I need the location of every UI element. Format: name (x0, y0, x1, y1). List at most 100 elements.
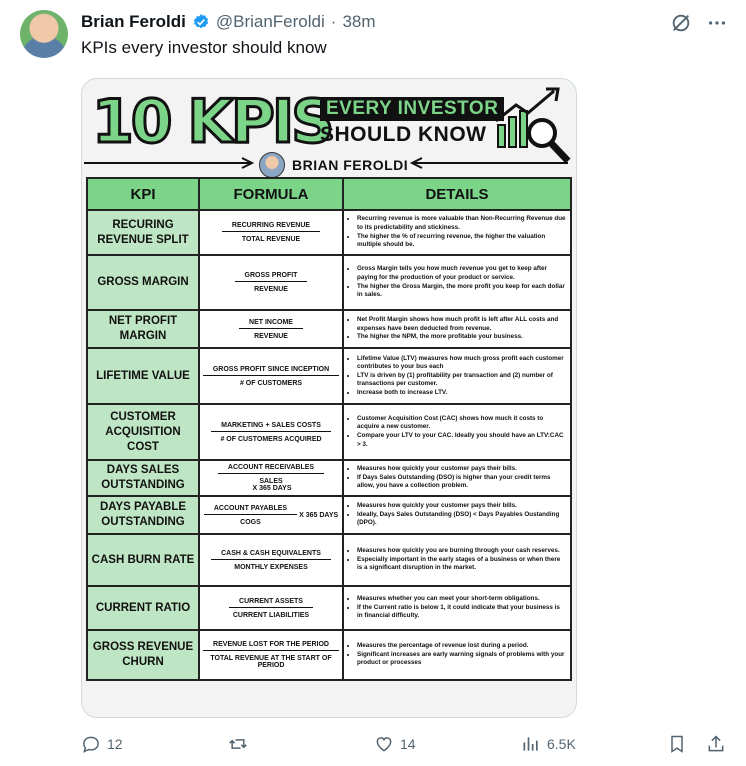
kpi-row: CURRENT RATIO CURRENT ASSETS CURRENT LIA… (86, 585, 572, 631)
kpi-row: GROSS MARGIN GROSS PROFIT REVENUE Gross … (86, 254, 572, 311)
kpi-formula: ACCOUNT RECEIVABLES SALES X 365 DAYS (198, 459, 344, 497)
kpi-details: Measures whether you can meet your short… (342, 585, 572, 631)
kpi-table-header: KPI FORMULA DETAILS (86, 177, 572, 211)
reply-button[interactable]: 12 (81, 734, 123, 754)
formula-denominator: REVENUE (254, 332, 288, 340)
formula-numerator: ACCOUNT RECEIVABLES (217, 464, 325, 474)
heart-icon (376, 737, 392, 752)
formula-numerator: ACCOUNT PAYABLES (203, 505, 298, 515)
view-count: 6.5K (547, 736, 576, 752)
formula-denominator: REVENUE (254, 286, 288, 293)
formula-numerator: REVENUE LOST FOR THE PERIOD (203, 641, 339, 651)
kpi-formula: ACCOUNT PAYABLES COGS X 365 DAYS (198, 495, 344, 535)
kpi-row: RECURING REVENUE SPLIT RECURRING REVENUE… (86, 209, 572, 256)
detail-bullet: LTV is driven by (1) profitability per t… (357, 372, 566, 389)
detail-bullet: The higher the NPM, the more profitable … (357, 333, 566, 342)
kpi-row: LIFETIME VALUE GROSS PROFIT SINCE INCEPT… (86, 347, 572, 405)
byline-name: BRIAN FEROLDI (292, 157, 409, 173)
infographic-subtitle-line1: EVERY INVESTOR (320, 97, 505, 121)
kpi-row: CUSTOMER ACQUISITION COST MARKETING + SA… (86, 403, 572, 461)
detail-bullet: Gross Margin tells you how much revenue … (357, 265, 566, 282)
kpi-details: Recurring revenue is more valuable than … (342, 209, 572, 256)
kpi-row: DAYS PAYABLE OUTSTANDING ACCOUNT PAYABLE… (86, 495, 572, 535)
verified-badge-icon (193, 14, 208, 29)
share-icon (708, 735, 724, 752)
detail-bullet: Measures whether you can meet your short… (357, 595, 566, 604)
kpi-details: Customer Acquisition Cost (CAC) shows ho… (342, 403, 572, 461)
kpi-name: GROSS REVENUE CHURN (86, 629, 200, 681)
kpi-details: Gross Margin tells you how much revenue … (342, 254, 572, 311)
infographic-title: 10 KPIS (90, 86, 335, 159)
kpi-name: CUSTOMER ACQUISITION COST (86, 403, 200, 461)
author-avatar[interactable] (20, 10, 68, 58)
detail-bullet: Ideally, Days Sales Outstanding (DSO) < … (357, 511, 566, 528)
kpi-name: RECURING REVENUE SPLIT (86, 209, 200, 256)
formula-denominator: CURRENT LIABILITIES (232, 611, 310, 619)
kpi-formula: GROSS PROFIT SINCE INCEPTION # OF CUSTOM… (198, 347, 344, 405)
tweet-action-bar: 12 14 6.5K (0, 730, 746, 760)
tweet-timestamp[interactable]: 38m (342, 12, 375, 32)
bookmark-icon (671, 735, 683, 753)
tweet-text: KPIs every investor should know (81, 38, 327, 57)
kpi-name: CASH BURN RATE (86, 533, 200, 587)
detail-bullet: Compare your LTV to your CAC. Ideally yo… (357, 432, 566, 449)
like-button[interactable]: 14 (374, 734, 416, 754)
formula-numerator: MARKETING + SALES COSTS (211, 422, 331, 432)
formula-multiplier: X 365 DAYS (299, 511, 339, 519)
kpi-formula: REVENUE LOST FOR THE PERIOD TOTAL REVENU… (198, 629, 344, 681)
formula-denominator: MONTHLY EXPENSES (234, 563, 308, 571)
kpi-row: NET PROFIT MARGIN NET INCOME REVENUE Net… (86, 309, 572, 349)
detail-bullet: The higher the % of recurring revenue, t… (357, 233, 566, 250)
share-button[interactable] (706, 734, 726, 754)
detail-bullet: Measures how quickly your customer pays … (357, 465, 566, 474)
formula-denominator: # OF CUSTOMERS ACQUIRED (220, 435, 322, 443)
detail-bullet: Lifetime Value (LTV) measures how much g… (357, 355, 566, 372)
detail-bullet: Measures how quickly your customer pays … (357, 502, 566, 511)
formula-numerator: CURRENT ASSETS (229, 598, 313, 608)
formula-denominator: SALES (259, 477, 283, 485)
kpi-name: NET PROFIT MARGIN (86, 309, 200, 349)
separator-dot: · (330, 12, 337, 31)
kpi-name: CURRENT RATIO (86, 585, 200, 631)
kpi-formula: CASH & CASH EQUIVALENTS MONTHLY EXPENSES (198, 533, 344, 587)
formula-numerator: GROSS PROFIT (234, 272, 308, 282)
formula-fraction: ACCOUNT PAYABLES COGS (203, 505, 298, 526)
views-button[interactable]: 6.5K (521, 734, 576, 754)
kpi-formula: CURRENT ASSETS CURRENT LIABILITIES (198, 585, 344, 631)
detail-bullet: Measures how quickly you are burning thr… (357, 547, 566, 556)
detail-bullet: Net Profit Margin shows how much profit … (357, 316, 566, 333)
kpi-name: DAYS SALES OUTSTANDING (86, 459, 200, 497)
tweet-image[interactable]: 10 KPIS EVERY INVESTOR SHOULD KNOW BRIAN… (81, 78, 577, 718)
author-name[interactable]: Brian Feroldi (81, 12, 186, 32)
kpi-details: Measures how quickly you are burning thr… (342, 533, 572, 587)
formula-denominator: TOTAL REVENUE AT THE START OF PERIOD (210, 655, 332, 669)
bookmark-button[interactable] (667, 734, 687, 754)
byline-avatar (259, 152, 285, 178)
kpi-row: DAYS SALES OUTSTANDING ACCOUNT RECEIVABL… (86, 459, 572, 497)
kpi-row: GROSS REVENUE CHURN REVENUE LOST FOR THE… (86, 629, 572, 681)
detail-bullet: The higher the Gross Margin, the more pr… (357, 283, 566, 300)
like-count: 14 (400, 736, 416, 752)
header-kpi: KPI (86, 177, 200, 211)
kpi-formula: RECURRING REVENUE TOTAL REVENUE (198, 209, 344, 256)
kpi-row: CASH BURN RATE CASH & CASH EQUIVALENTS M… (86, 533, 572, 587)
formula-numerator: RECURRING REVENUE (221, 222, 321, 232)
formula-numerator: GROSS PROFIT SINCE INCEPTION (202, 366, 340, 376)
detail-bullet: If Days Sales Outstanding (DSO) is highe… (357, 474, 566, 491)
infographic-subtitle-line2: SHOULD KNOW (320, 123, 487, 146)
header-formula: FORMULA (198, 177, 344, 211)
kpi-formula: GROSS PROFIT REVENUE (198, 254, 344, 311)
formula-numerator: NET INCOME (239, 319, 303, 329)
views-icon (523, 737, 538, 751)
repost-button[interactable] (228, 734, 254, 754)
formula-multiplier: X 365 DAYS (252, 484, 292, 492)
kpi-formula: NET INCOME REVENUE (198, 309, 344, 349)
author-handle[interactable]: @BrianFeroldi (216, 12, 325, 32)
kpi-name: LIFETIME VALUE (86, 347, 200, 405)
more-options-icon[interactable] (706, 12, 728, 34)
formula-denominator: TOTAL REVENUE (241, 236, 301, 243)
grok-icon[interactable] (670, 12, 692, 34)
kpi-details: Measures how quickly your customer pays … (342, 459, 572, 497)
formula-denominator: # OF CUSTOMERS (239, 379, 303, 387)
kpi-formula: MARKETING + SALES COSTS # OF CUSTOMERS A… (198, 403, 344, 461)
